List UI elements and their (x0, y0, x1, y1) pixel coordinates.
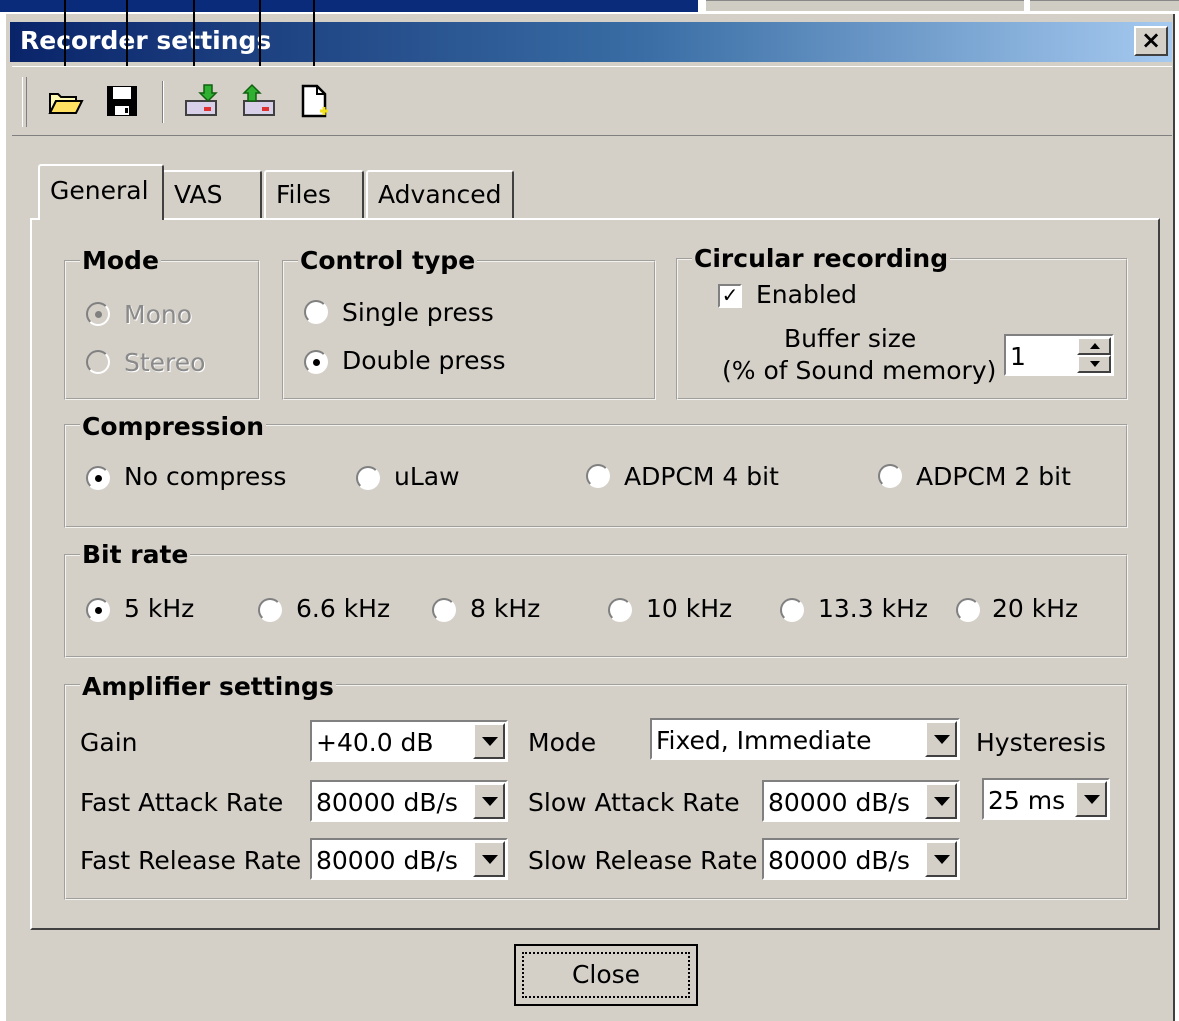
window-close-button[interactable]: × (1134, 26, 1168, 56)
fast-attack-value: 80000 dB/s (316, 788, 458, 817)
buffer-size-label: Buffer size (784, 324, 917, 353)
device-upload-icon[interactable] (238, 81, 278, 121)
amp-mode-value: Fixed, Immediate (656, 726, 872, 755)
chevron-down-icon[interactable] (1075, 781, 1107, 817)
hysteresis-select[interactable]: 25 ms (982, 778, 1110, 820)
slow-attack-label: Slow Attack Rate (528, 788, 740, 817)
slow-attack-value: 80000 dB/s (768, 788, 910, 817)
close-button[interactable]: Close (514, 944, 698, 1006)
buffer-size-value: 1 (1010, 342, 1026, 371)
amp-mode-label: Mode (528, 728, 597, 757)
bitrate-13-3khz-label: 13.3 kHz (818, 594, 929, 623)
slow-release-label: Slow Release Rate (528, 846, 758, 875)
compress-none-radio[interactable] (86, 466, 110, 490)
circular-recording-group-title: Circular recording (692, 244, 951, 273)
mode-mono-radio[interactable] (86, 302, 110, 326)
compress-ulaw-radio[interactable] (356, 466, 380, 490)
fast-release-label: Fast Release Rate (80, 846, 302, 875)
circular-enabled-label: Enabled (756, 280, 858, 309)
bitrate-13-3khz-radio[interactable] (780, 598, 804, 622)
device-download-icon[interactable] (182, 81, 222, 121)
compress-adpcm2-radio[interactable] (878, 464, 902, 488)
fast-attack-select[interactable]: 80000 dB/s (310, 780, 508, 822)
spin-down-icon[interactable] (1077, 355, 1111, 373)
window-title: Recorder settings (20, 26, 272, 55)
slow-attack-select[interactable]: 80000 dB/s (762, 780, 960, 822)
mode-group-title: Mode (80, 246, 161, 275)
slow-release-value: 80000 dB/s (768, 846, 910, 875)
mode-mono-label: Mono (124, 300, 193, 329)
compress-adpcm4-radio[interactable] (586, 464, 610, 488)
bitrate-5khz-radio[interactable] (86, 598, 110, 622)
compress-adpcm4-label: ADPCM 4 bit (624, 462, 779, 491)
buffer-size-spinner[interactable]: 1 (1004, 334, 1114, 376)
circular-enabled-checkbox[interactable]: ✓ (718, 284, 742, 308)
tab-label: Files (276, 180, 331, 209)
toolbar-separator (162, 81, 164, 123)
control-double-press-label: Double press (342, 346, 506, 375)
compress-ulaw-label: uLaw (394, 462, 460, 491)
bitrate-20khz-radio[interactable] (956, 598, 980, 622)
fast-release-select[interactable]: 80000 dB/s (310, 838, 508, 880)
tab-advanced[interactable]: Advanced (366, 170, 514, 218)
compress-none-label: No compress (124, 462, 287, 491)
buffer-size-sublabel: (% of Sound memory) (722, 356, 997, 385)
save-disk-icon[interactable] (102, 81, 142, 121)
mode-group (64, 260, 260, 400)
bitrate-8khz-label: 8 kHz (470, 594, 541, 623)
title-bar[interactable]: Recorder settings (10, 22, 1172, 62)
bitrate-10khz-radio[interactable] (608, 598, 632, 622)
control-type-group (282, 260, 656, 400)
chevron-down-icon[interactable] (473, 783, 505, 819)
amplifier-settings-group-title: Amplifier settings (80, 672, 336, 701)
chevron-down-icon[interactable] (473, 841, 505, 877)
background-strip (0, 0, 1179, 14)
tab-files[interactable]: Files (264, 170, 364, 218)
control-double-press-radio[interactable] (304, 350, 328, 374)
mode-stereo-radio[interactable] (86, 350, 110, 374)
chevron-down-icon[interactable] (473, 723, 505, 759)
control-single-press-radio[interactable] (304, 300, 328, 324)
toolbar (12, 66, 1172, 136)
bitrate-6-6khz-label: 6.6 kHz (296, 594, 391, 623)
gain-label: Gain (80, 728, 138, 757)
hysteresis-label: Hysteresis (976, 728, 1106, 757)
chevron-down-icon[interactable] (925, 783, 957, 819)
tab-general[interactable]: General (38, 164, 164, 220)
bit-rate-group-title: Bit rate (80, 540, 191, 569)
bitrate-8khz-radio[interactable] (432, 598, 456, 622)
mode-stereo-label: Stereo (124, 348, 206, 377)
chevron-down-icon[interactable] (925, 841, 957, 877)
chevron-down-icon[interactable] (925, 721, 957, 757)
bitrate-6-6khz-radio[interactable] (258, 598, 282, 622)
gain-value: +40.0 dB (316, 728, 434, 757)
compression-group-title: Compression (80, 412, 267, 441)
toolbar-grip[interactable] (22, 77, 27, 127)
amp-mode-select[interactable]: Fixed, Immediate (650, 718, 960, 760)
slow-release-select[interactable]: 80000 dB/s (762, 838, 960, 880)
tab-label: General (50, 176, 149, 205)
tab-vas[interactable]: VAS (162, 170, 262, 218)
open-folder-icon[interactable] (46, 81, 86, 121)
fast-release-value: 80000 dB/s (316, 846, 458, 875)
compress-adpcm2-label: ADPCM 2 bit (916, 462, 1071, 491)
close-button-label: Close (571, 960, 641, 989)
control-single-press-label: Single press (342, 298, 494, 327)
tab-label: Advanced (378, 180, 502, 209)
bitrate-20khz-label: 20 kHz (992, 594, 1079, 623)
new-document-icon[interactable] (294, 81, 334, 121)
control-type-group-title: Control type (298, 246, 478, 275)
gain-select[interactable]: +40.0 dB (310, 720, 508, 762)
hysteresis-value: 25 ms (988, 786, 1066, 815)
bitrate-5khz-label: 5 kHz (124, 594, 195, 623)
tab-label: VAS (174, 180, 223, 209)
fast-attack-label: Fast Attack Rate (80, 788, 284, 817)
active-tab-join (40, 216, 162, 222)
spin-up-icon[interactable] (1077, 337, 1111, 355)
bitrate-10khz-label: 10 kHz (646, 594, 733, 623)
